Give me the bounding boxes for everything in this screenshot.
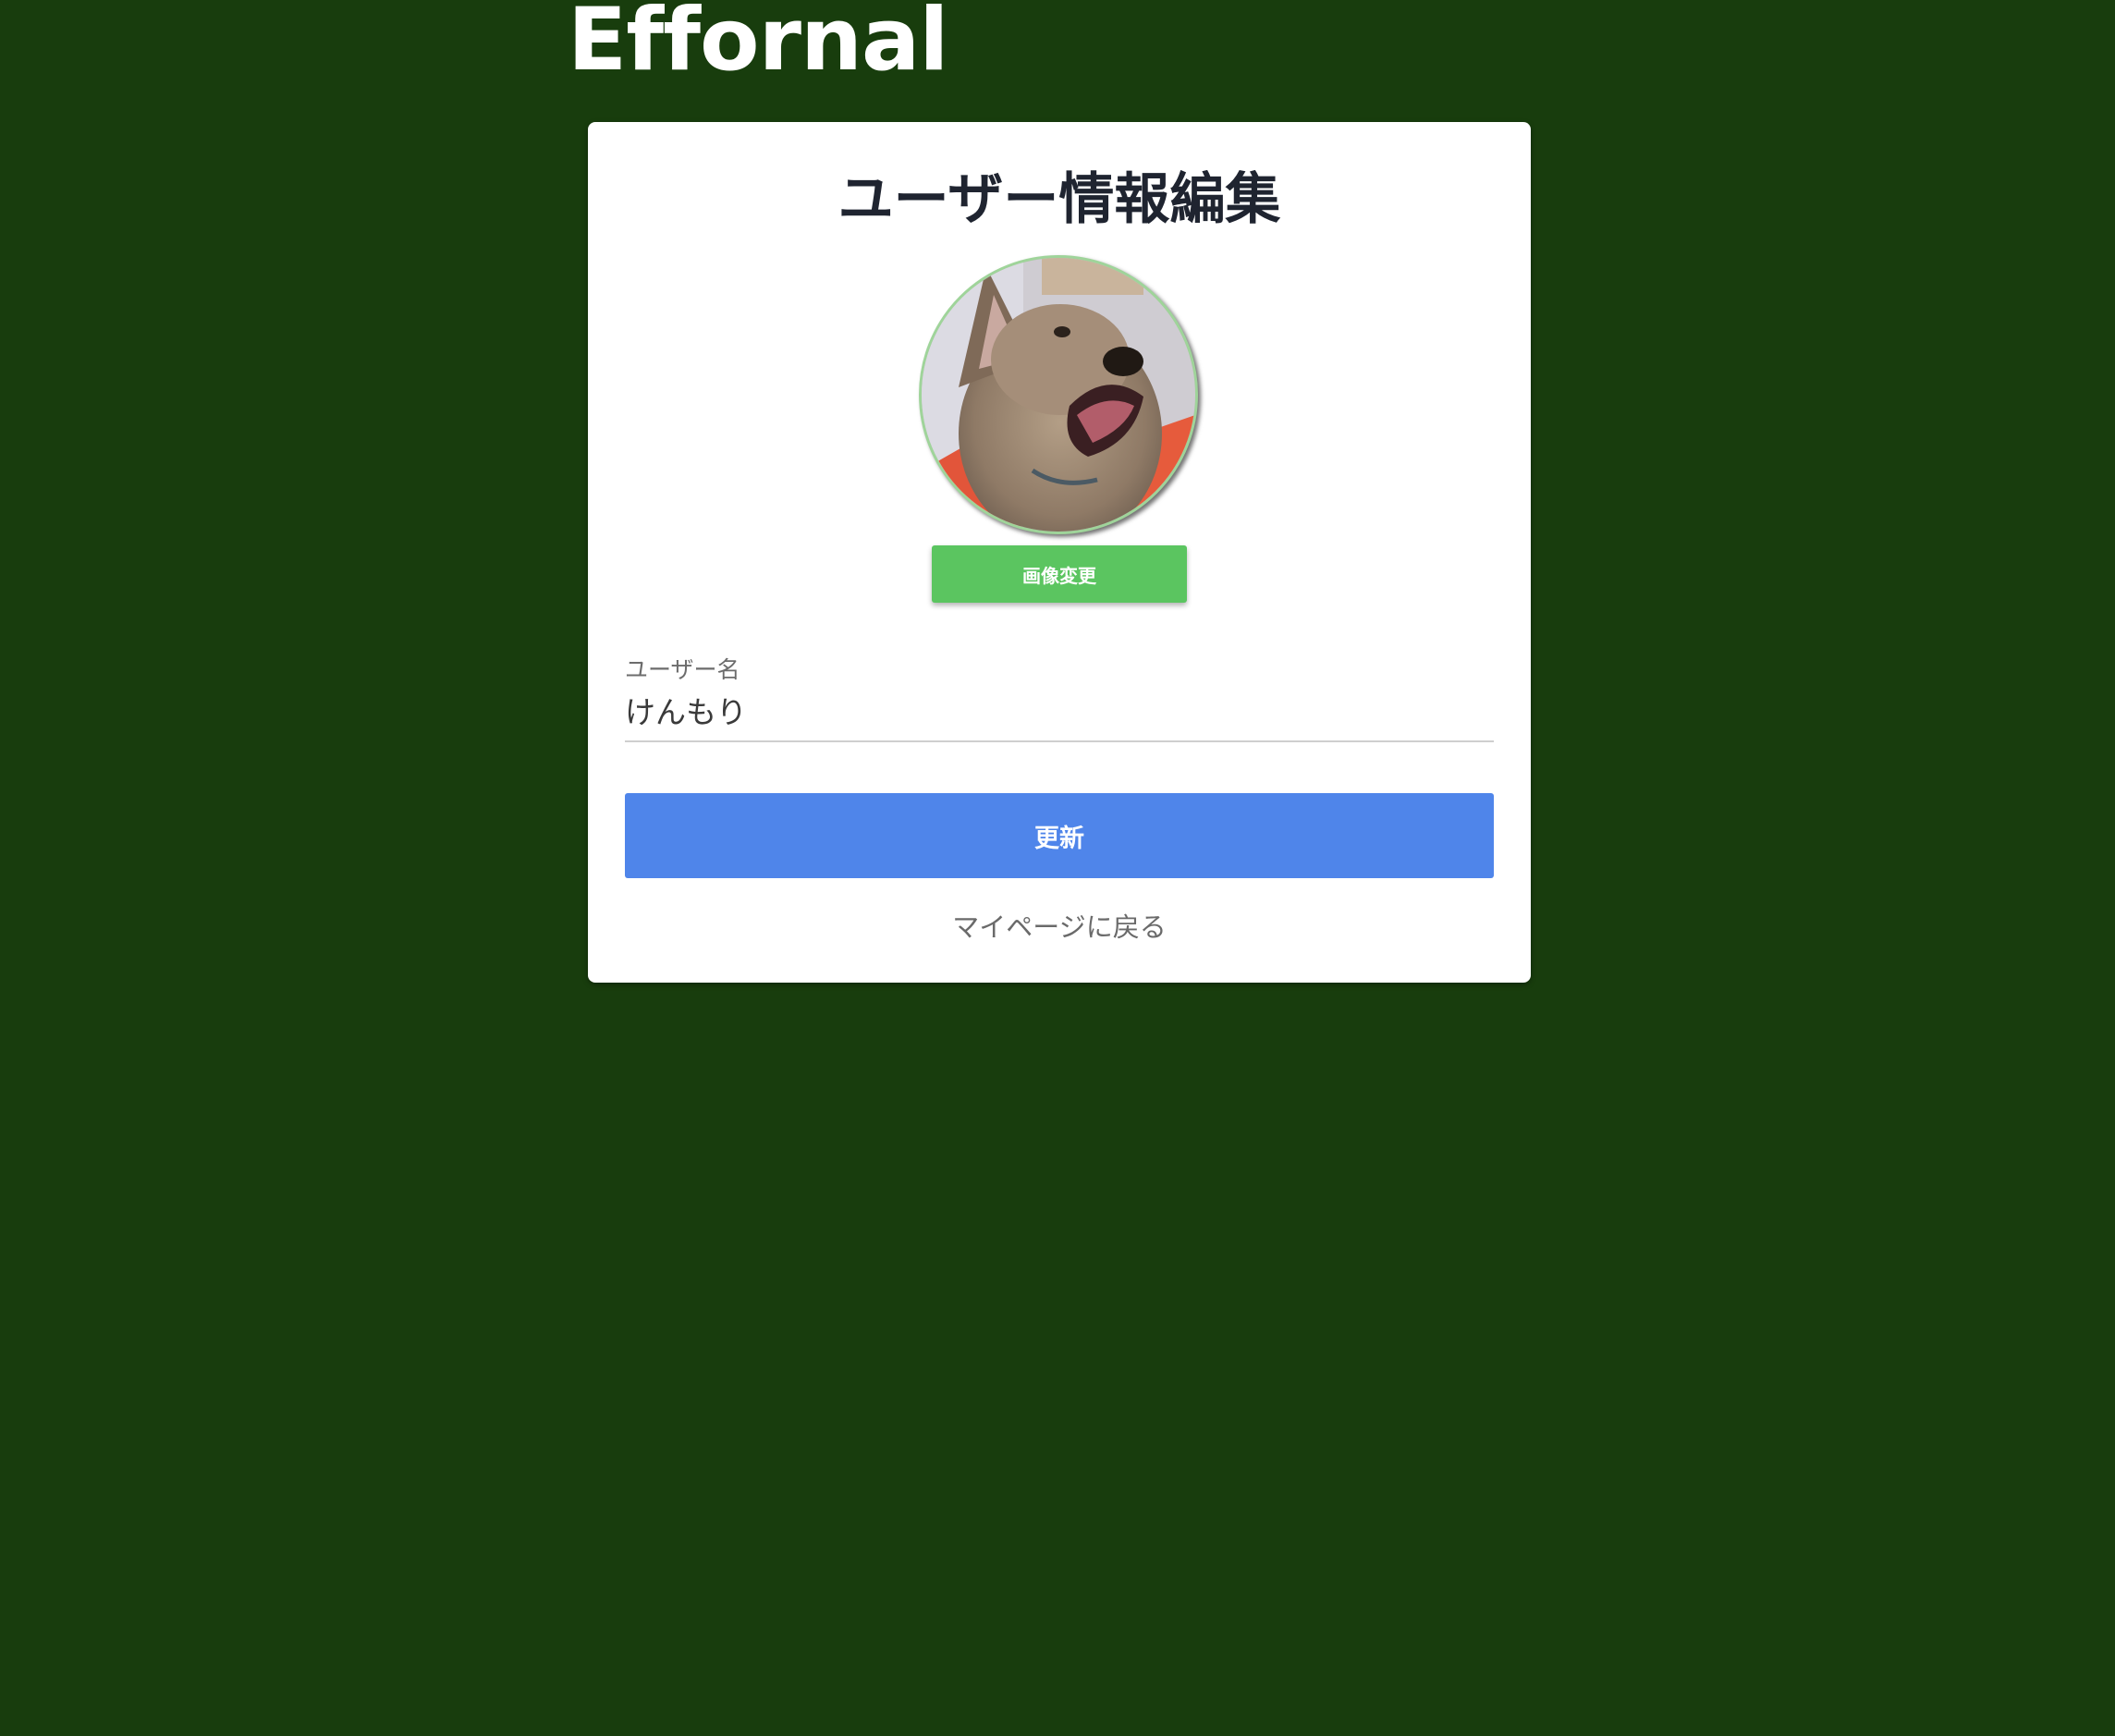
change-image-button[interactable]: 画像変更: [932, 545, 1187, 603]
username-input[interactable]: [625, 691, 1494, 742]
page-title: ユーザー情報編集: [837, 167, 1281, 232]
avatar: [919, 255, 1198, 534]
back-to-mypage-link[interactable]: マイページに戻る: [588, 906, 1531, 945]
user-edit-card: ユーザー情報編集 画像変更 ユーザー名 けんもり 更新 マイページに戻る: [588, 122, 1531, 983]
username-label: ユーザー名: [625, 656, 740, 683]
update-button[interactable]: 更新: [625, 793, 1494, 878]
username-field: ユーザー名: [625, 656, 1494, 742]
avatar-dog-image: [922, 258, 1195, 532]
app-title: Effornal: [568, 0, 949, 91]
